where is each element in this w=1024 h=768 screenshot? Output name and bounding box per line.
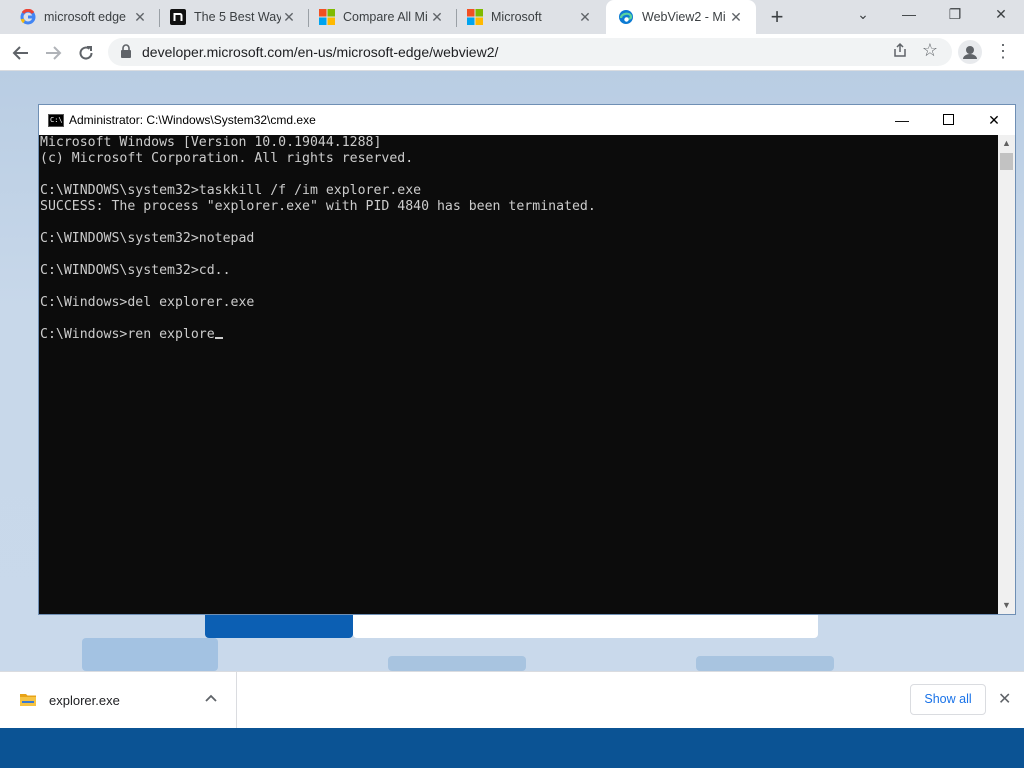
share-icon[interactable] xyxy=(892,42,908,62)
cmd-window[interactable]: C:\ Administrator: C:\Windows\System32\c… xyxy=(38,104,1016,615)
bookmark-star-icon[interactable]: ☆ xyxy=(922,40,938,61)
close-tab-icon[interactable]: ✕ xyxy=(728,9,744,26)
cmd-scrollbar[interactable]: ▲ ▼ xyxy=(998,135,1015,614)
tab-compare-all-microsoft[interactable]: Compare All Mi ✕ xyxy=(309,0,457,34)
page-blurred-block xyxy=(388,656,526,671)
tab-webview2[interactable]: WebView2 - Mi ✕ xyxy=(606,0,756,34)
lock-icon[interactable] xyxy=(120,44,132,63)
cmd-minimize-button[interactable]: — xyxy=(879,105,925,135)
restore-browser-button[interactable]: ❐ xyxy=(932,0,978,30)
google-icon xyxy=(20,8,36,25)
console-line: Microsoft Windows [Version 10.0.19044.12… xyxy=(40,135,382,150)
console-line: C:\WINDOWS\system32>notepad xyxy=(40,231,255,246)
cmd-icon-text: C:\ xyxy=(50,116,63,124)
browser-toolbar: developer.microsoft.com/en-us/microsoft-… xyxy=(0,34,1024,71)
close-browser-button[interactable]: ✕ xyxy=(978,0,1024,30)
close-tab-icon[interactable]: ✕ xyxy=(281,9,297,26)
show-all-button[interactable]: Show all xyxy=(910,684,986,715)
cmd-close-button[interactable]: ✕ xyxy=(971,105,1017,135)
tab-search-chevron-icon[interactable]: ⌄ xyxy=(840,0,886,30)
download-shelf: explorer.exe Show all ✕ xyxy=(0,671,1024,729)
close-tab-icon[interactable]: ✕ xyxy=(577,9,593,26)
close-tab-icon[interactable]: ✕ xyxy=(132,9,148,26)
page-blurred-block xyxy=(696,656,834,671)
new-tab-button[interactable]: + xyxy=(765,4,789,30)
cmd-console-output[interactable]: Microsoft Windows [Version 10.0.19044.12… xyxy=(39,135,999,615)
console-line: C:\WINDOWS\system32>cd.. xyxy=(40,263,231,278)
forward-button[interactable] xyxy=(40,40,66,66)
microsoft-logo-icon xyxy=(467,9,483,25)
url-text[interactable]: developer.microsoft.com/en-us/microsoft-… xyxy=(142,44,498,60)
browser-tab-strip: microsoft edge ✕ The 5 Best Way ✕ Compar… xyxy=(0,0,1024,34)
browser-menu-icon[interactable]: ⋮ xyxy=(994,40,1012,62)
cmd-app-icon: C:\ xyxy=(48,114,64,127)
console-cursor xyxy=(214,337,223,339)
console-line: SUCCESS: The process "explorer.exe" with… xyxy=(40,199,596,214)
tab-title: WebView2 - Mi xyxy=(642,10,726,24)
cmd-title-bar[interactable]: C:\ Administrator: C:\Windows\System32\c… xyxy=(39,105,1015,135)
console-line: C:\Windows>del explorer.exe xyxy=(40,295,255,310)
scroll-down-arrow-icon[interactable]: ▼ xyxy=(998,597,1015,614)
close-download-bar-icon[interactable]: ✕ xyxy=(998,689,1011,709)
close-tab-icon[interactable]: ✕ xyxy=(429,9,445,26)
download-file-name: explorer.exe xyxy=(49,693,120,708)
edge-icon xyxy=(618,9,634,25)
windows-taskbar xyxy=(0,728,1024,768)
minimize-browser-button[interactable]: — xyxy=(886,0,932,30)
cmd-maximize-button[interactable] xyxy=(925,105,971,135)
console-current-input: C:\Windows>ren explore xyxy=(40,327,215,342)
console-line: (c) Microsoft Corporation. All rights re… xyxy=(40,151,414,166)
scroll-thumb[interactable] xyxy=(1000,153,1013,170)
download-item[interactable]: explorer.exe xyxy=(0,672,237,729)
scroll-up-arrow-icon[interactable]: ▲ xyxy=(998,135,1015,152)
back-button[interactable] xyxy=(8,40,34,66)
tab-microsoft[interactable]: Microsoft ✕ xyxy=(457,0,605,34)
page-blurred-block xyxy=(82,638,218,671)
address-bar[interactable]: developer.microsoft.com/en-us/microsoft-… xyxy=(108,38,952,66)
console-line: C:\WINDOWS\system32>taskkill /f /im expl… xyxy=(40,183,422,198)
tab-title: Microsoft xyxy=(491,10,542,24)
tab-title: Compare All Mi xyxy=(343,10,428,24)
tab-microsoft-edge-search[interactable]: microsoft edge ✕ xyxy=(0,0,160,34)
n-logo-icon xyxy=(170,9,186,25)
tab-5-best-ways[interactable]: The 5 Best Way ✕ xyxy=(160,0,309,34)
folder-icon xyxy=(20,692,36,706)
reload-button[interactable] xyxy=(73,40,99,66)
microsoft-logo-icon xyxy=(319,9,335,25)
profile-avatar-icon[interactable] xyxy=(958,40,982,64)
console-input-line[interactable]: C:\Windows>ren explore xyxy=(40,327,223,343)
cmd-window-title: Administrator: C:\Windows\System32\cmd.e… xyxy=(69,113,316,127)
tab-title: The 5 Best Way xyxy=(194,10,281,24)
chevron-up-icon[interactable] xyxy=(205,690,217,705)
tab-title: microsoft edge xyxy=(44,10,126,24)
